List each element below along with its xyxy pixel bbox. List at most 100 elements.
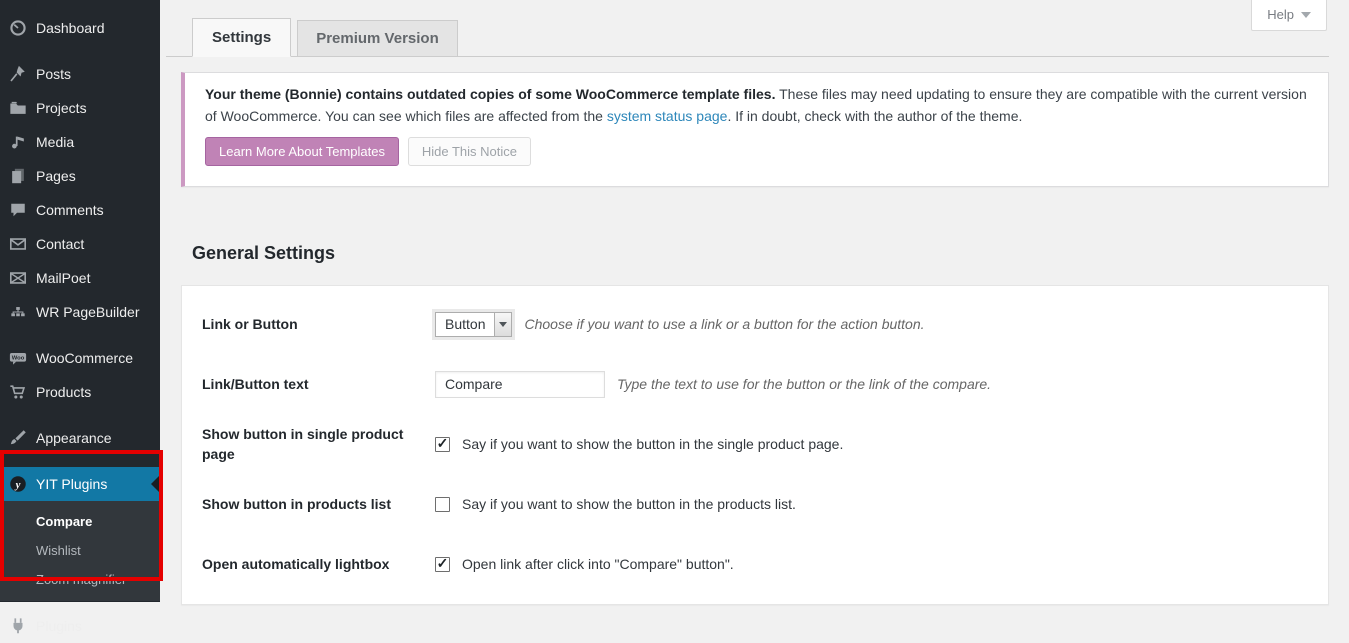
menu-separator [0, 329, 160, 341]
setting-description: Type the text to use for the button or t… [617, 376, 991, 392]
mailpoet-envelope-icon [8, 268, 28, 288]
sidebar-item-label: Posts [36, 66, 71, 82]
sidebar-item-label: Plugins [36, 618, 82, 634]
submenu-item-compare[interactable]: Compare [0, 507, 160, 536]
menu-separator [0, 409, 160, 421]
link-or-button-select[interactable]: Button [435, 312, 512, 337]
setting-label: Show button in single product page [202, 424, 417, 465]
setting-description: Choose if you want to use a link or a bu… [524, 316, 924, 332]
form-row: Open automatically lightbox ✓ Open link af… [182, 534, 1328, 594]
sidebar-item-wr-pagebuilder[interactable]: WR PageBuilder [0, 295, 160, 329]
select-value: Button [436, 313, 494, 336]
setting-description: Open link after click into "Compare" but… [462, 556, 734, 572]
sidebar-item-label: WooCommerce [36, 350, 133, 366]
submenu-item-wishlist[interactable]: Wishlist [0, 536, 160, 565]
yit-logo-icon: y [8, 474, 28, 494]
setting-control: Say if you want to show the button in th… [435, 496, 796, 512]
tab-bar: Settings Premium Version [166, 18, 1329, 57]
open-automatically-lightbox-checkbox[interactable]: ✓ [435, 557, 450, 572]
setting-control: ✓ Open link after click into "Compare" bu… [435, 556, 734, 572]
form-row: Show button in products list Say if you w… [182, 474, 1328, 534]
plug-icon [8, 616, 28, 636]
pages-icon [8, 166, 28, 186]
show-button-in-products-list-checkbox[interactable] [435, 497, 450, 512]
sidebar-item-label: WR PageBuilder [36, 304, 140, 320]
folder-icon [8, 98, 28, 118]
pushpin-icon [8, 64, 28, 84]
sidebar-item-media[interactable]: Media [0, 125, 160, 159]
current-menu-arrow [151, 475, 160, 493]
dashboard-icon [8, 18, 28, 38]
media-icon [8, 132, 28, 152]
sidebar-item-pages[interactable]: Pages [0, 159, 160, 193]
help-button[interactable]: Help [1251, 0, 1327, 31]
chevron-down-icon [1301, 12, 1311, 18]
system-status-page-link[interactable]: system status page [607, 108, 728, 124]
notice-buttons: Learn More About Templates Hide This Not… [205, 137, 1308, 166]
setting-control: ✓ Say if you want to show the button in t… [435, 436, 843, 452]
help-label: Help [1267, 7, 1294, 22]
section-title: General Settings [192, 243, 1329, 264]
setting-control: Type the text to use for the button or t… [435, 371, 991, 398]
sidebar-item-label: Products [36, 384, 91, 400]
check-icon: ✓ [437, 436, 449, 450]
woocommerce-template-notice: Your theme (Bonnie) contains outdated co… [181, 72, 1329, 187]
chevron-down-icon [494, 313, 511, 336]
submenu-item-zoom-magnifier[interactable]: Zoom magnifier [0, 565, 160, 594]
sidebar-item-projects[interactable]: Projects [0, 91, 160, 125]
tab-premium-version[interactable]: Premium Version [297, 20, 458, 57]
sidebar-item-mailpoet[interactable]: MailPoet [0, 261, 160, 295]
svg-text:Woo: Woo [12, 356, 25, 362]
sidebar-item-dashboard[interactable]: Dashboard [0, 11, 160, 45]
sidebar-item-plugins[interactable]: Plugins [0, 609, 160, 643]
pagebuilder-blocks-icon [8, 302, 28, 322]
paintbrush-icon [8, 428, 28, 448]
admin-sidebar: Dashboard Posts Projects Media Pages Comments… [0, 0, 160, 602]
form-row: Show button in single product page ✓ Say i… [182, 414, 1328, 474]
sidebar-item-woocommerce[interactable]: Woo WooCommerce [0, 341, 160, 375]
sidebar-item-comments[interactable]: Comments [0, 193, 160, 227]
general-settings-panel: Link or Button Button Choose if you want t… [181, 285, 1329, 605]
sidebar-item-label: Pages [36, 168, 76, 184]
link-button-text-input[interactable] [435, 371, 605, 398]
sidebar-item-label: Media [36, 134, 74, 150]
woocommerce-badge-icon: Woo [8, 348, 28, 368]
sidebar-item-products[interactable]: Products [0, 375, 160, 409]
form-row: Link/Button textType the text to use for… [182, 354, 1328, 414]
sidebar-item-yit-plugins[interactable]: y YIT Plugins [0, 467, 160, 501]
sidebar-item-contact[interactable]: Contact [0, 227, 160, 261]
sidebar-item-label: YIT Plugins [36, 476, 107, 492]
show-button-in-single-product-page-checkbox[interactable]: ✓ [435, 437, 450, 452]
sidebar-item-appearance[interactable]: Appearance [0, 421, 160, 455]
tab-settings[interactable]: Settings [192, 18, 291, 57]
sidebar-item-label: Projects [36, 100, 87, 116]
sidebar-item-label: Comments [36, 202, 104, 218]
main-content: Help Settings Premium Version Your theme… [160, 0, 1349, 602]
sidebar-menu: Dashboard Posts Projects Media Pages Comments… [0, 11, 160, 643]
learn-more-about-templates-button[interactable]: Learn More About Templates [205, 137, 399, 166]
menu-separator [0, 45, 160, 57]
page: { "sidebar": { "items": [ { "label": "Da… [0, 0, 1349, 602]
notice-text: Your theme (Bonnie) contains outdated co… [205, 84, 1308, 127]
setting-label: Open automatically lightbox [202, 554, 417, 574]
check-icon: ✓ [437, 556, 449, 570]
menu-separator [0, 455, 160, 467]
hide-this-notice-button[interactable]: Hide This Notice [408, 137, 531, 166]
sidebar-item-label: Dashboard [36, 20, 105, 36]
cart-icon [8, 382, 28, 402]
notice-text-after-link: . If in doubt, check with the author of … [727, 108, 1022, 124]
setting-control: Button Choose if you want to use a link o… [435, 312, 925, 337]
sidebar-item-label: MailPoet [36, 270, 90, 286]
sidebar-item-label: Contact [36, 236, 84, 252]
sidebar-item-label: Appearance [36, 430, 112, 446]
envelope-icon [8, 234, 28, 254]
notice-bold-text: Your theme (Bonnie) contains outdated co… [205, 86, 775, 102]
setting-description: Say if you want to show the button in th… [462, 436, 843, 452]
setting-label: Link or Button [202, 314, 417, 334]
yit-plugins-submenu: CompareWishlistZoom magnifier [0, 501, 160, 601]
sidebar-item-posts[interactable]: Posts [0, 57, 160, 91]
form-row: Link or Button Button Choose if you want t… [182, 294, 1328, 354]
setting-description: Say if you want to show the button in th… [462, 496, 796, 512]
comment-icon [8, 200, 28, 220]
setting-label: Show button in products list [202, 494, 417, 514]
